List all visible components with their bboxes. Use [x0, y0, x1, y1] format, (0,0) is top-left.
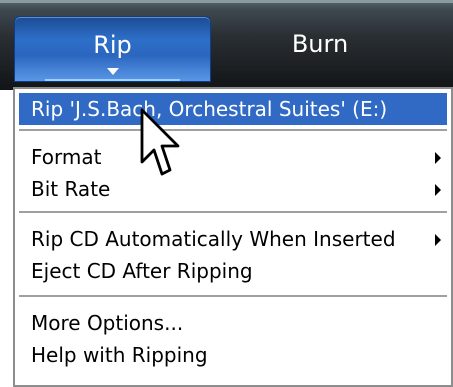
menu-separator [19, 211, 447, 214]
chevron-down-icon[interactable] [106, 68, 119, 75]
tab-rip-label: Rip [93, 31, 132, 59]
menu-item-eject-after-ripping[interactable]: Eject CD After Ripping [19, 255, 447, 287]
menu-item-label: Bit Rate [31, 177, 111, 201]
menu-item-label: Format [31, 145, 102, 169]
menu-item-rip-automatically[interactable]: Rip CD Automatically When Inserted [19, 223, 447, 255]
mouse-pointer-icon [140, 108, 180, 176]
submenu-arrow-icon [435, 234, 441, 246]
media-player-window: Rip Burn Rip 'J.S.Bach, Orchestral Suite… [0, 0, 453, 387]
menu-item-more-options[interactable]: More Options... [19, 307, 447, 339]
tab-burn-label: Burn [291, 30, 349, 58]
menu-separator [19, 129, 447, 132]
menu-item-label: Eject CD After Ripping [31, 259, 253, 283]
menu-item-label: Help with Ripping [31, 343, 208, 367]
rip-dropdown-menu: Rip 'J.S.Bach, Orchestral Suites' (E:) F… [13, 87, 453, 387]
toolbar: Rip Burn [0, 0, 453, 90]
menu-item-help-ripping[interactable]: Help with Ripping [19, 339, 447, 371]
menu-item-rip-cd[interactable]: Rip 'J.S.Bach, Orchestral Suites' (E:) [19, 93, 447, 125]
menu-separator [19, 295, 447, 298]
menu-item-label: More Options... [31, 311, 184, 335]
menu-item-format[interactable]: Format [19, 141, 447, 173]
tab-rip[interactable]: Rip [14, 16, 211, 82]
submenu-arrow-icon [435, 184, 441, 196]
menu-item-label: Rip 'J.S.Bach, Orchestral Suites' (E:) [31, 97, 388, 121]
tab-burn[interactable]: Burn [240, 16, 400, 80]
tab-active-indicator [45, 79, 180, 81]
submenu-arrow-icon [435, 152, 441, 164]
menu-item-label: Rip CD Automatically When Inserted [31, 227, 396, 251]
menu-item-bit-rate[interactable]: Bit Rate [19, 173, 447, 205]
toolbar-sheen [0, 0, 453, 3]
